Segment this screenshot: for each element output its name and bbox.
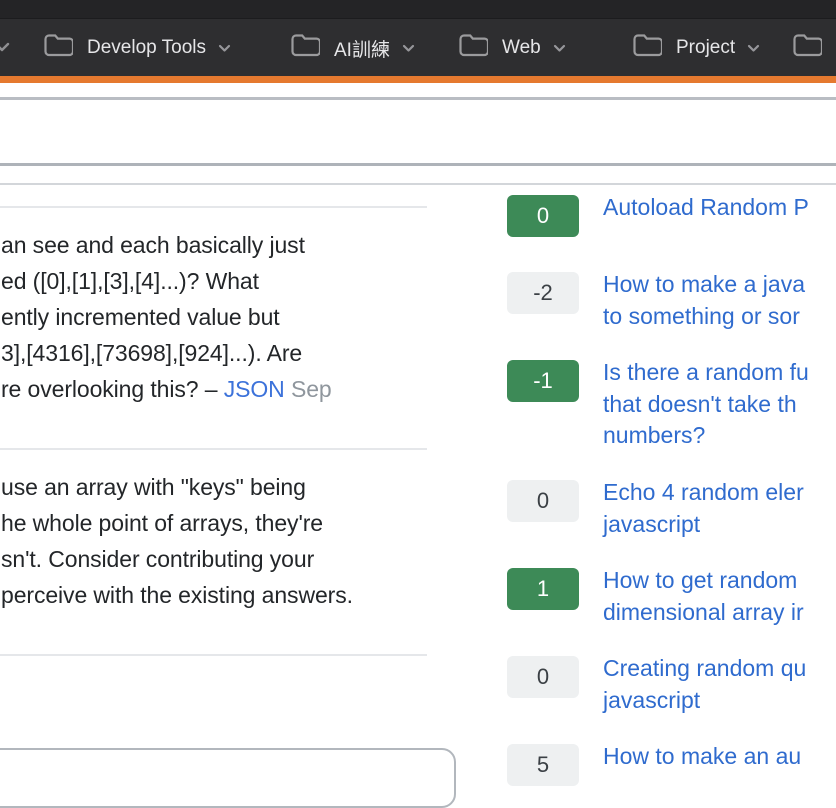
chevron-down-icon <box>553 44 566 53</box>
accent-orange-bar <box>0 76 836 83</box>
comment-text-line: 3],[4316],[73698],[924]...). Are <box>1 335 302 371</box>
comment-separator <box>0 206 427 208</box>
bookmark-folder-partial[interactable] <box>792 19 822 77</box>
window-titlebar <box>0 0 836 18</box>
folder-icon <box>792 33 822 63</box>
score-badge: 0 <box>507 480 579 522</box>
comment-text-line: ed ([0],[1],[3],[4]...)? What <box>1 263 259 299</box>
bookmark-folder-web[interactable]: Web <box>458 19 566 77</box>
score-badge: -2 <box>507 272 579 314</box>
related-question-link[interactable]: Autoload Random P <box>603 192 836 224</box>
comment-text-line: sn't. Consider contributing your <box>1 541 314 577</box>
chevron-down-icon <box>0 39 10 57</box>
bookmark-folder-label: Develop Tools <box>87 37 206 59</box>
comment-text-line: an see and each basically just <box>1 227 305 263</box>
bookmark-folder-ai-training[interactable]: AI訓練 <box>290 19 415 77</box>
header-divider <box>0 97 836 100</box>
score-badge: 5 <box>507 744 579 786</box>
bookmark-folder-label: AI訓練 <box>334 35 390 62</box>
score-badge: -1 <box>507 360 579 402</box>
folder-icon <box>632 33 662 63</box>
related-question-link[interactable]: How to get random dimensional array ir <box>603 565 836 628</box>
chevron-down-icon <box>747 44 760 53</box>
comment-text-line: ently incremented value but <box>1 299 280 335</box>
related-question-link[interactable]: Echo 4 random eler javascript <box>603 477 836 540</box>
comment-text: re overlooking this? – <box>1 376 224 402</box>
folder-icon <box>43 33 73 63</box>
content-divider-bottom <box>0 183 836 185</box>
text-editor-box[interactable] <box>0 748 456 808</box>
chevron-down-icon <box>218 44 231 53</box>
comment-author-link[interactable]: JSON <box>224 376 285 402</box>
related-question-link[interactable]: Creating random qu javascript <box>603 653 836 716</box>
comment-separator <box>0 654 427 656</box>
comment-separator <box>0 448 427 450</box>
content-divider-top <box>0 163 836 166</box>
related-question-link[interactable]: How to make an au <box>603 741 836 773</box>
comment-text-line: he whole point of arrays, they're <box>1 505 323 541</box>
bookmark-folder-project[interactable]: Project <box>632 19 760 77</box>
bookmark-folder-label: Project <box>676 37 735 59</box>
score-badge: 0 <box>507 195 579 237</box>
chevron-down-icon <box>402 44 415 53</box>
folder-icon <box>458 33 488 63</box>
comment-text-line: perceive with the existing answers. <box>1 577 353 613</box>
bookmarks-bar: Develop Tools AI訓練 Web Project <box>0 18 836 76</box>
bookmark-folder-label: Web <box>502 37 541 59</box>
comment-date: Sep <box>291 376 332 402</box>
score-badge: 0 <box>507 656 579 698</box>
folder-icon <box>290 33 320 63</box>
related-question-link[interactable]: How to make a java to something or sor <box>603 269 836 332</box>
comment-text-line: re overlooking this? – JSON Sep <box>1 371 332 407</box>
bookmark-folder-develop-tools[interactable]: Develop Tools <box>43 19 231 77</box>
related-question-link[interactable]: Is there a random fu that doesn't take t… <box>603 357 836 452</box>
browser-window: { "bookmarks_bar": { "folders": [ {"labe… <box>0 0 836 760</box>
comment-text-line: use an array with "keys" being <box>1 469 306 505</box>
score-badge: 1 <box>507 568 579 610</box>
